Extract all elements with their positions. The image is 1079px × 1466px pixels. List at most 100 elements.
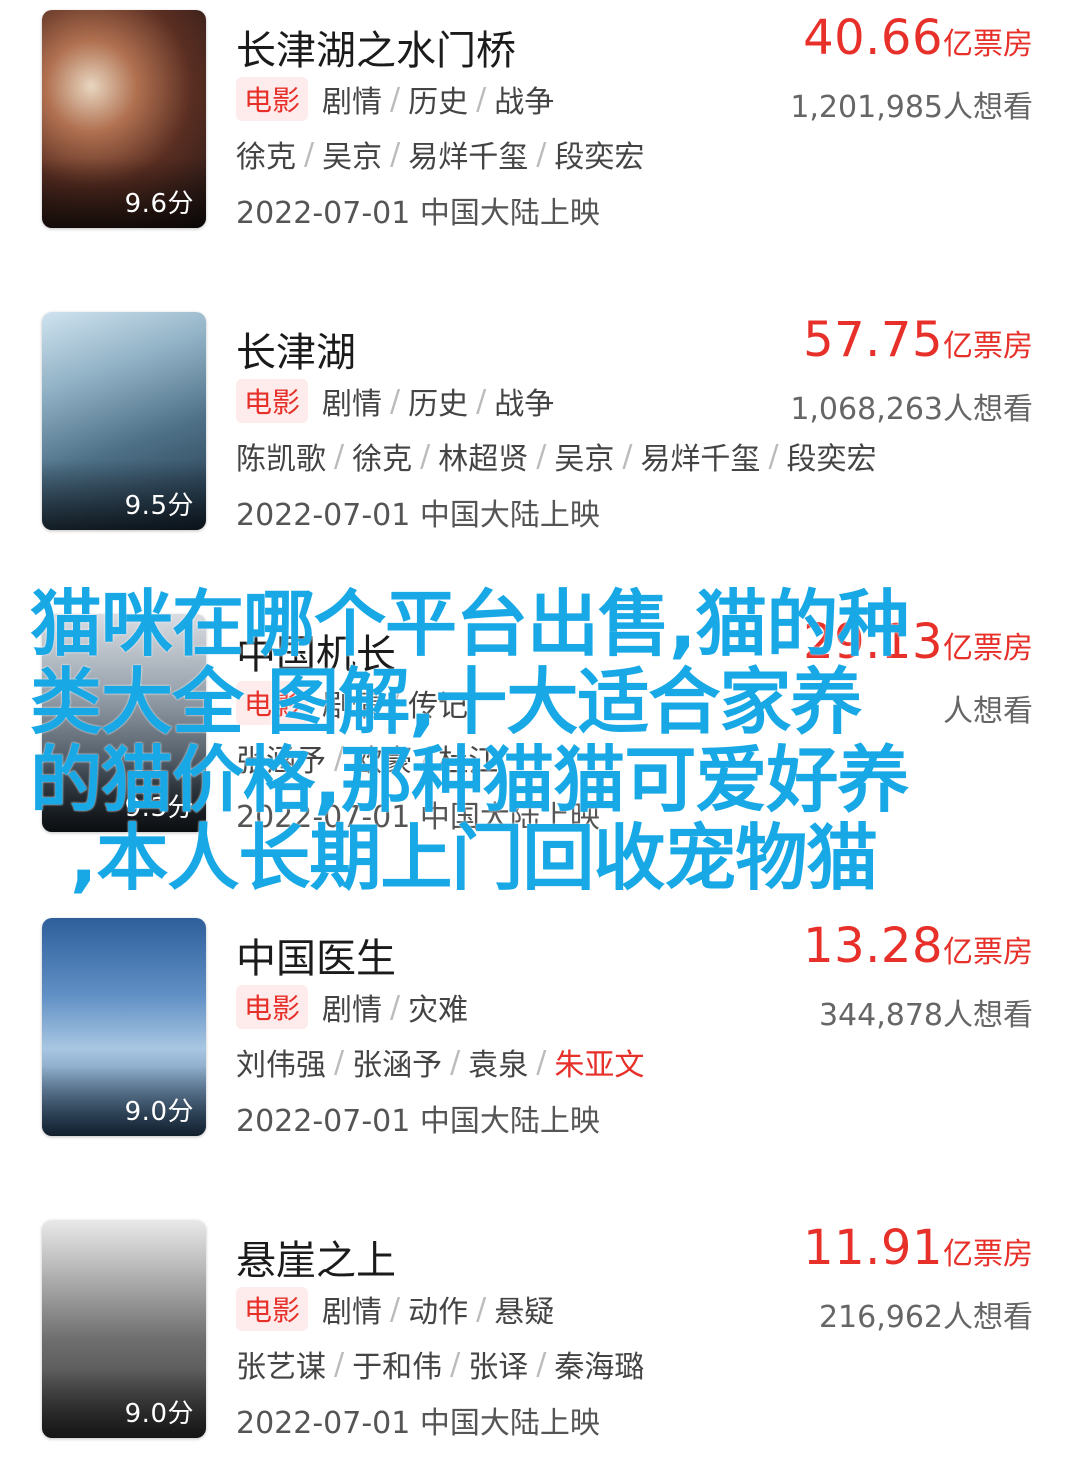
cast-member: 段奕宏	[786, 442, 877, 477]
separator: /	[536, 438, 547, 474]
box-office-value: 40.66	[803, 10, 943, 66]
genre: 剧情	[322, 993, 383, 1028]
release-date: 2022-07-01 中国大陆上映	[236, 498, 600, 533]
cast-row: 张艺谋 / 于和伟 / 张译 / 秦海璐	[236, 1344, 645, 1386]
want-count: 216,962人想看	[818, 1300, 1033, 1335]
genre: 战争	[494, 387, 555, 422]
movie-title[interactable]: 长津湖之水门桥	[236, 18, 516, 76]
separator: /	[390, 136, 401, 172]
cast-member: 张艺谋	[236, 1350, 326, 1385]
separator: /	[390, 81, 401, 117]
movie-poster[interactable]: 9.0分	[42, 918, 206, 1136]
genre: 动作	[408, 1295, 469, 1330]
movie-item[interactable]: 9.6分 长津湖之水门桥 40.66亿票房 电影 剧情 / 历史 / 战争 1,…	[0, 0, 1079, 240]
genre: 战争	[494, 85, 555, 120]
box-office-value: 13.28	[803, 918, 943, 974]
separator: /	[390, 989, 401, 1025]
cast-member-highlighted: 朱亚文	[554, 1048, 645, 1083]
genre: 历史	[408, 85, 469, 120]
movie-title[interactable]: 悬崖之上	[236, 1228, 396, 1286]
separator: /	[334, 438, 345, 474]
cast-member: 张译	[468, 1350, 529, 1385]
movie-item[interactable]: 9.0分 中国医生 13.28亿票房 电影 剧情 / 灾难 344,878人想看…	[0, 908, 1079, 1148]
genre: 历史	[408, 387, 469, 422]
box-office-unit: 亿票房	[943, 1237, 1033, 1272]
genre: 剧情	[322, 85, 383, 120]
box-office: 13.28亿票房	[803, 918, 1033, 974]
cast-row: 刘伟强 / 张涵予 / 袁泉 / 朱亚文	[236, 1042, 645, 1084]
movie-poster[interactable]: 9.0分	[42, 1220, 206, 1438]
cast-member: 徐克	[352, 442, 413, 477]
cast-member: 吴京	[322, 140, 383, 175]
separator: /	[304, 136, 315, 172]
genre: 剧情	[322, 1295, 383, 1330]
type-badge: 电影	[236, 379, 309, 423]
cast-member: 林超贤	[438, 442, 529, 477]
separator: /	[768, 438, 779, 474]
box-office: 40.66亿票房	[803, 10, 1033, 66]
overlay-line: 的猫价格,那种猫猫可爱好养	[30, 738, 909, 822]
cast-member: 陈凯歌	[236, 442, 326, 477]
movie-poster[interactable]: 9.5分	[42, 312, 206, 530]
cast-member: 张涵予	[352, 1048, 443, 1083]
cast-member: 吴京	[554, 442, 615, 477]
genre-row: 电影 剧情 / 动作 / 悬疑	[236, 1286, 554, 1332]
separator: /	[536, 136, 547, 172]
box-office-unit: 亿票房	[943, 329, 1033, 364]
box-office-value: 11.91	[803, 1220, 943, 1276]
cast-member: 段奕宏	[554, 140, 645, 175]
box-office: 57.75亿票房	[803, 312, 1033, 368]
release-date: 2022-07-01 中国大陆上映	[236, 1104, 600, 1139]
movie-score: 9.6分	[124, 189, 194, 219]
separator: /	[450, 1044, 461, 1080]
release-date: 2022-07-01 中国大陆上映	[236, 196, 600, 231]
movie-poster[interactable]: 9.6分	[42, 10, 206, 228]
cast-member: 于和伟	[352, 1350, 443, 1385]
separator: /	[390, 383, 401, 419]
cast-member: 易烊千玺	[640, 442, 761, 477]
separator: /	[390, 1291, 401, 1327]
movie-item[interactable]: 9.0分 悬崖之上 11.91亿票房 电影 剧情 / 动作 / 悬疑 216,9…	[0, 1210, 1079, 1450]
separator: /	[334, 1346, 345, 1382]
want-count: 1,201,985人想看	[790, 90, 1033, 125]
box-office: 11.91亿票房	[803, 1220, 1033, 1276]
want-count: 344,878人想看	[818, 998, 1033, 1033]
movie-title[interactable]: 中国医生	[236, 926, 396, 984]
type-badge: 电影	[236, 77, 309, 121]
movie-score: 9.0分	[124, 1097, 194, 1127]
genre: 悬疑	[494, 1295, 555, 1330]
genre-row: 电影 剧情 / 历史 / 战争	[236, 378, 554, 424]
box-office-unit: 亿票房	[943, 27, 1033, 62]
separator: /	[536, 1346, 547, 1382]
movie-item[interactable]: 9.5分 长津湖 57.75亿票房 电影 剧情 / 历史 / 战争 1,068,…	[0, 302, 1079, 542]
overlay-caption: 猫咪在哪个平台出售,猫的种 类大全 图解,十大适合家养 的猫价格,那种猫猫可爱好…	[30, 585, 1030, 897]
cast-row: 徐克 / 吴京 / 易烊千玺 / 段奕宏	[236, 134, 645, 176]
separator: /	[450, 1346, 461, 1382]
separator: /	[622, 438, 633, 474]
want-count: 1,068,263人想看	[790, 392, 1033, 427]
movie-score: 9.5分	[124, 491, 194, 521]
type-badge: 电影	[236, 1287, 309, 1331]
movie-title[interactable]: 长津湖	[236, 320, 356, 378]
separator: /	[536, 1044, 547, 1080]
separator: /	[476, 81, 487, 117]
cast-member: 袁泉	[468, 1048, 529, 1083]
genre: 灾难	[408, 993, 469, 1028]
box-office-unit: 亿票房	[943, 935, 1033, 970]
separator: /	[334, 1044, 345, 1080]
genre-row: 电影 剧情 / 历史 / 战争	[236, 76, 554, 122]
separator: /	[476, 383, 487, 419]
genre-row: 电影 剧情 / 灾难	[236, 984, 468, 1030]
overlay-line: 猫咪在哪个平台出售,猫的种	[30, 582, 909, 666]
overlay-line: ,本人长期上门回收宠物猫	[70, 816, 878, 900]
cast-row: 陈凯歌 / 徐克 / 林超贤 / 吴京 / 易烊千玺 / 段奕宏	[236, 436, 877, 478]
box-office-value: 57.75	[803, 312, 943, 368]
type-badge: 电影	[236, 985, 309, 1029]
cast-member: 秦海璐	[554, 1350, 645, 1385]
release-date: 2022-07-01 中国大陆上映	[236, 1406, 600, 1441]
separator: /	[476, 1291, 487, 1327]
overlay-line: 类大全 图解,十大适合家养	[30, 660, 862, 744]
genre: 剧情	[322, 387, 383, 422]
separator: /	[420, 438, 431, 474]
cast-member: 刘伟强	[236, 1048, 326, 1083]
